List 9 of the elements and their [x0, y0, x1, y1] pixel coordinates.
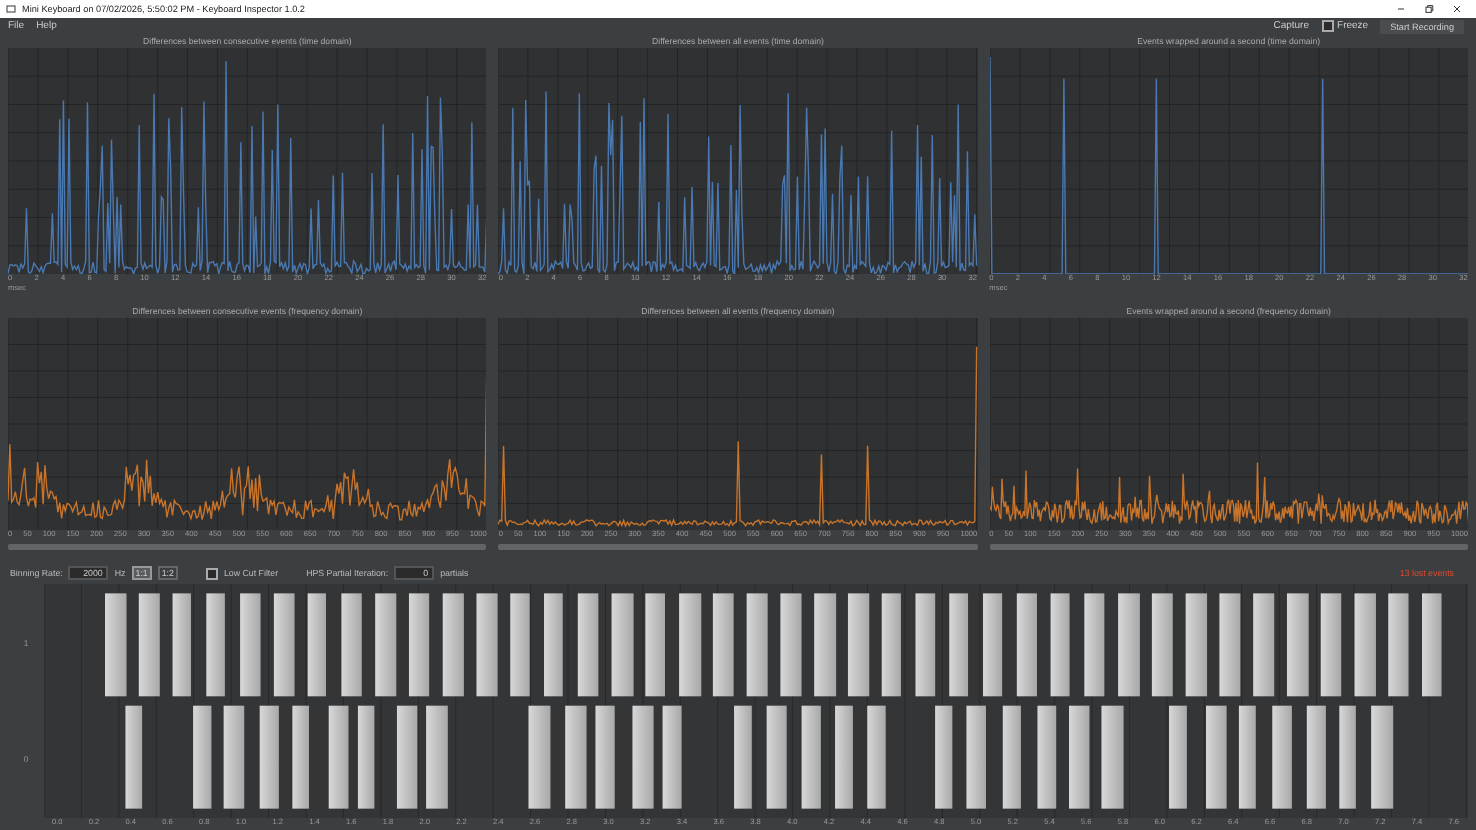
minimize-icon[interactable]	[1396, 4, 1406, 14]
checkbox[interactable]	[205, 567, 218, 579]
app-icon	[6, 4, 16, 14]
scrollbar[interactable]	[8, 544, 487, 550]
scrollbar[interactable]	[989, 544, 1468, 550]
checkbox[interactable]	[1321, 20, 1334, 32]
close-icon[interactable]	[1452, 4, 1462, 14]
restore-icon[interactable]	[1424, 4, 1434, 14]
scrollbar[interactable]	[498, 544, 978, 550]
